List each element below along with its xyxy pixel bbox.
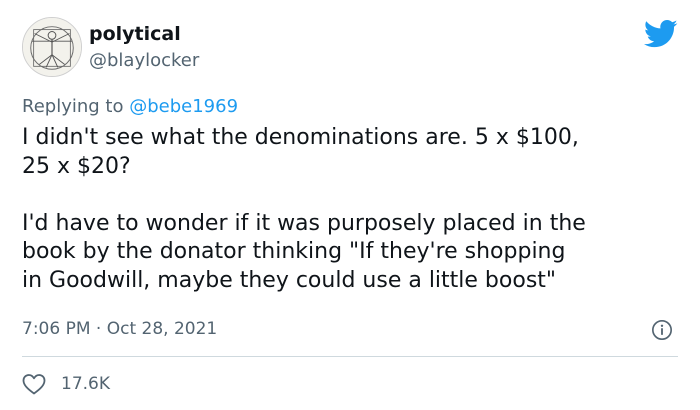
tweet-text-line: I'd have to wonder if it was purposely p…: [22, 210, 586, 236]
vitruvian-man-avatar-icon: [23, 18, 81, 76]
tweet-card: polytical @blaylocker Replying to @bebe1…: [0, 0, 700, 410]
like-count: 17.6K: [61, 374, 110, 394]
replying-to-label: Replying to: [22, 96, 124, 117]
tweet-text: I didn't see what the denominations are.…: [22, 124, 682, 295]
tweet-text-line: in Goodwill, maybe they could use a litt…: [22, 267, 557, 293]
tweet-text-line: book by the donator thinking "If they're…: [22, 239, 566, 264]
timestamp[interactable]: 7:06 PM · Oct 28, 2021: [22, 319, 217, 339]
user-handle[interactable]: @blaylocker: [89, 50, 199, 71]
separator-dot: ·: [95, 319, 102, 339]
twitter-bird-icon[interactable]: [644, 19, 678, 49]
like-action[interactable]: 17.6K: [22, 372, 110, 396]
tweet-text-line: 25 x $20?: [22, 153, 131, 179]
tweet-time[interactable]: 7:06 PM: [22, 319, 91, 339]
mention-link[interactable]: @bebe1969: [129, 96, 238, 117]
divider: [22, 356, 678, 357]
info-icon[interactable]: [651, 319, 673, 341]
heart-icon[interactable]: [22, 373, 46, 395]
avatar[interactable]: [22, 17, 82, 77]
tweet-text-line: I didn't see what the denominations are.…: [22, 125, 579, 150]
replying-to: Replying to @bebe1969: [22, 96, 238, 117]
tweet-date[interactable]: Oct 28, 2021: [107, 319, 218, 339]
display-name[interactable]: polytical: [89, 23, 181, 45]
